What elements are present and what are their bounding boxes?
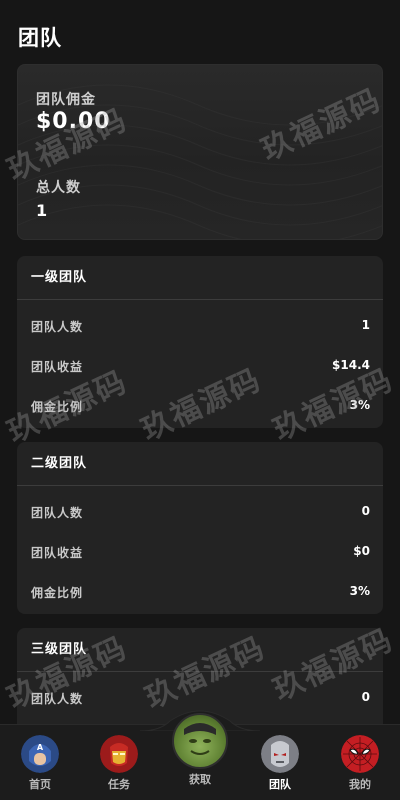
spider-man-avatar-icon bbox=[341, 735, 379, 773]
tab-team[interactable]: 团队 bbox=[250, 733, 310, 795]
level-1-members-row: 团队人数 1 bbox=[17, 306, 383, 346]
members-label: 团队人数 bbox=[31, 692, 84, 706]
earnings-label: 团队收益 bbox=[31, 546, 84, 560]
level-2-title: 二级团队 bbox=[17, 442, 383, 486]
level-2-earnings-row: 团队收益 $0 bbox=[17, 532, 383, 572]
total-members-label: 总人数 bbox=[36, 180, 81, 196]
bottom-tab-bar: A 首页 任务 获取 团队 我的 bbox=[0, 710, 400, 800]
total-members-value: 1 bbox=[36, 201, 48, 220]
commission-rate-label: 佣金比例 bbox=[31, 586, 84, 600]
level-3-title: 三级团队 bbox=[17, 628, 383, 672]
members-value: 1 bbox=[361, 318, 370, 332]
svg-text:A: A bbox=[37, 743, 44, 752]
level-1-team-card[interactable]: 一级团队 团队人数 1 团队收益 $14.4 佣金比例 3% bbox=[17, 256, 383, 428]
tab-get-label: 获取 bbox=[189, 773, 211, 786]
tab-home-label: 首页 bbox=[29, 778, 51, 791]
tab-home[interactable]: A 首页 bbox=[10, 733, 70, 795]
iron-man-avatar-icon bbox=[100, 735, 138, 773]
earnings-value: $14.4 bbox=[332, 358, 370, 372]
tab-get[interactable]: 获取 bbox=[170, 713, 230, 797]
tab-mine-label: 我的 bbox=[349, 778, 371, 791]
level-1-earnings-row: 团队收益 $14.4 bbox=[17, 346, 383, 386]
members-label: 团队人数 bbox=[31, 506, 84, 520]
page-content: 团队 团队佣金 $0.00 总人数 1 一级团队 团队人数 1 团队收益 $14 bbox=[0, 0, 400, 726]
level-2-team-card[interactable]: 二级团队 团队人数 0 团队收益 $0 佣金比例 3% bbox=[17, 442, 383, 614]
tab-mine[interactable]: 我的 bbox=[330, 733, 390, 795]
team-commission-label: 团队佣金 bbox=[36, 92, 96, 108]
team-summary-card: 团队佣金 $0.00 总人数 1 bbox=[17, 64, 383, 240]
members-value: 0 bbox=[361, 504, 370, 518]
commission-rate-label: 佣金比例 bbox=[31, 400, 84, 414]
commission-rate-value: 3% bbox=[349, 584, 370, 598]
team-commission-value: $0.00 bbox=[36, 109, 111, 134]
captain-america-avatar-icon: A bbox=[21, 735, 59, 773]
tab-tasks[interactable]: 任务 bbox=[89, 733, 149, 795]
page-title: 团队 bbox=[18, 26, 62, 50]
tab-tasks-label: 任务 bbox=[108, 778, 130, 791]
level-1-commission-rate-row: 佣金比例 3% bbox=[17, 386, 383, 426]
earnings-value: $0 bbox=[353, 544, 370, 558]
level-1-title: 一级团队 bbox=[17, 256, 383, 300]
hulk-avatar-icon bbox=[172, 713, 228, 769]
level-2-members-row: 团队人数 0 bbox=[17, 492, 383, 532]
level-2-commission-rate-row: 佣金比例 3% bbox=[17, 572, 383, 612]
ultron-avatar-icon bbox=[261, 735, 299, 773]
commission-rate-value: 3% bbox=[349, 398, 370, 412]
members-value: 0 bbox=[361, 690, 370, 704]
tab-team-label: 团队 bbox=[269, 778, 291, 791]
members-label: 团队人数 bbox=[31, 320, 84, 334]
earnings-label: 团队收益 bbox=[31, 360, 84, 374]
